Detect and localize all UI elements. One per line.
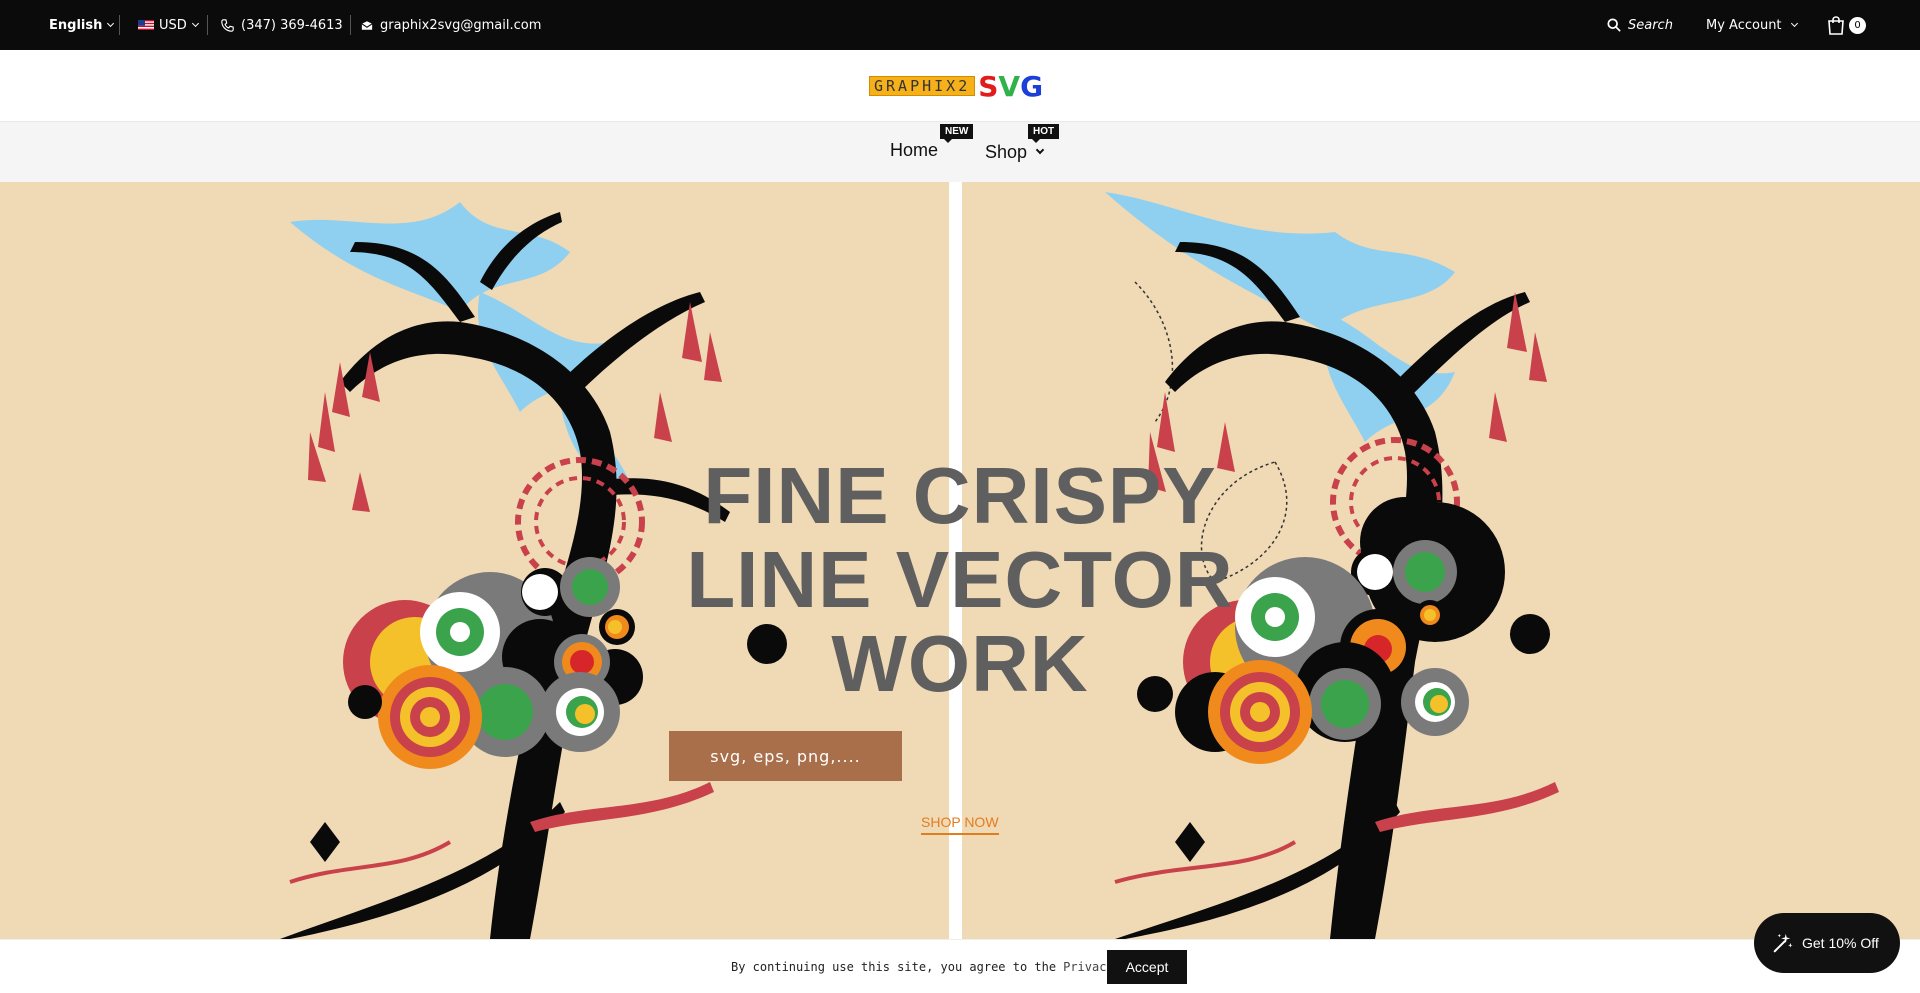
hero-title-line: WORK bbox=[831, 619, 1089, 708]
email-address: graphix2svg@gmail.com bbox=[380, 17, 542, 33]
search-icon bbox=[1607, 18, 1621, 32]
logo-suffix: SVG bbox=[978, 70, 1043, 103]
nav-item-home[interactable]: Home bbox=[890, 120, 938, 180]
account-label: My Account bbox=[1706, 17, 1782, 33]
phone-link[interactable]: (347) 369-4613 bbox=[221, 0, 343, 50]
accept-button[interactable]: Accept bbox=[1107, 950, 1187, 984]
phone-icon bbox=[221, 18, 234, 32]
envelope-icon bbox=[361, 20, 373, 31]
sparkle-wand-icon bbox=[1773, 933, 1793, 953]
cookie-bar: By continuing use this site, you agree t… bbox=[0, 939, 1920, 993]
site-logo[interactable]: GRAPHIX2 SVG bbox=[869, 70, 1043, 103]
account-menu[interactable]: My Account bbox=[1706, 0, 1798, 50]
hot-badge: HOT bbox=[1028, 124, 1060, 143]
nav-label-shop: Shop bbox=[985, 141, 1028, 162]
new-badge: NEW bbox=[940, 124, 974, 143]
hero-title: FINE CRISPY LINE VECTOR WORK bbox=[640, 454, 1280, 706]
chevron-down-icon bbox=[1790, 19, 1798, 27]
us-flag-icon bbox=[138, 20, 154, 30]
cart-button[interactable]: 0 bbox=[1827, 0, 1866, 50]
hero-title-line: LINE VECTOR bbox=[686, 535, 1234, 624]
divider bbox=[350, 15, 351, 35]
logo-prefix: GRAPHIX2 bbox=[869, 76, 976, 96]
currency-label: USD bbox=[159, 17, 187, 33]
chevron-down-icon bbox=[107, 19, 115, 27]
currency-selector[interactable]: USD bbox=[138, 0, 199, 50]
search-button[interactable]: Search bbox=[1607, 0, 1673, 50]
top-bar: English USD (347) 369-4613 graphix2svg@g… bbox=[0, 0, 1920, 50]
cart-count-badge: 0 bbox=[1849, 16, 1866, 34]
phone-number: (347) 369-4613 bbox=[241, 17, 343, 33]
divider bbox=[119, 15, 120, 35]
discount-label: Get 10% Off bbox=[1802, 935, 1879, 951]
hero-title-line: FINE CRISPY bbox=[703, 451, 1217, 540]
shopping-bag-icon bbox=[1827, 15, 1845, 35]
cookie-text: By continuing use this site, you agree t… bbox=[731, 960, 1057, 974]
formats-button[interactable]: svg, eps, png,.... bbox=[669, 731, 902, 781]
logo-letter-s: S bbox=[978, 69, 999, 103]
divider bbox=[207, 15, 208, 35]
email-link[interactable]: graphix2svg@gmail.com bbox=[361, 0, 541, 50]
cookie-message: By continuing use this site, you agree t… bbox=[731, 940, 1164, 993]
language-label: English bbox=[49, 17, 103, 33]
logo-letter-g: G bbox=[1020, 69, 1044, 103]
site-header: GRAPHIX2 SVG bbox=[0, 50, 1920, 122]
hero-banner: FINE CRISPY LINE VECTOR WORK svg, eps, p… bbox=[0, 182, 1920, 939]
shop-now-link[interactable]: SHOP NOW bbox=[921, 814, 999, 835]
search-label: Search bbox=[1628, 17, 1673, 33]
chevron-down-icon bbox=[191, 19, 199, 27]
nav-label-home: Home bbox=[890, 139, 939, 160]
main-nav: Home NEW Shop HOT bbox=[0, 122, 1920, 182]
logo-letter-v: V bbox=[998, 69, 1021, 103]
chevron-down-icon bbox=[1035, 145, 1045, 155]
discount-button[interactable]: Get 10% Off bbox=[1754, 913, 1900, 973]
language-selector[interactable]: English bbox=[49, 0, 115, 50]
